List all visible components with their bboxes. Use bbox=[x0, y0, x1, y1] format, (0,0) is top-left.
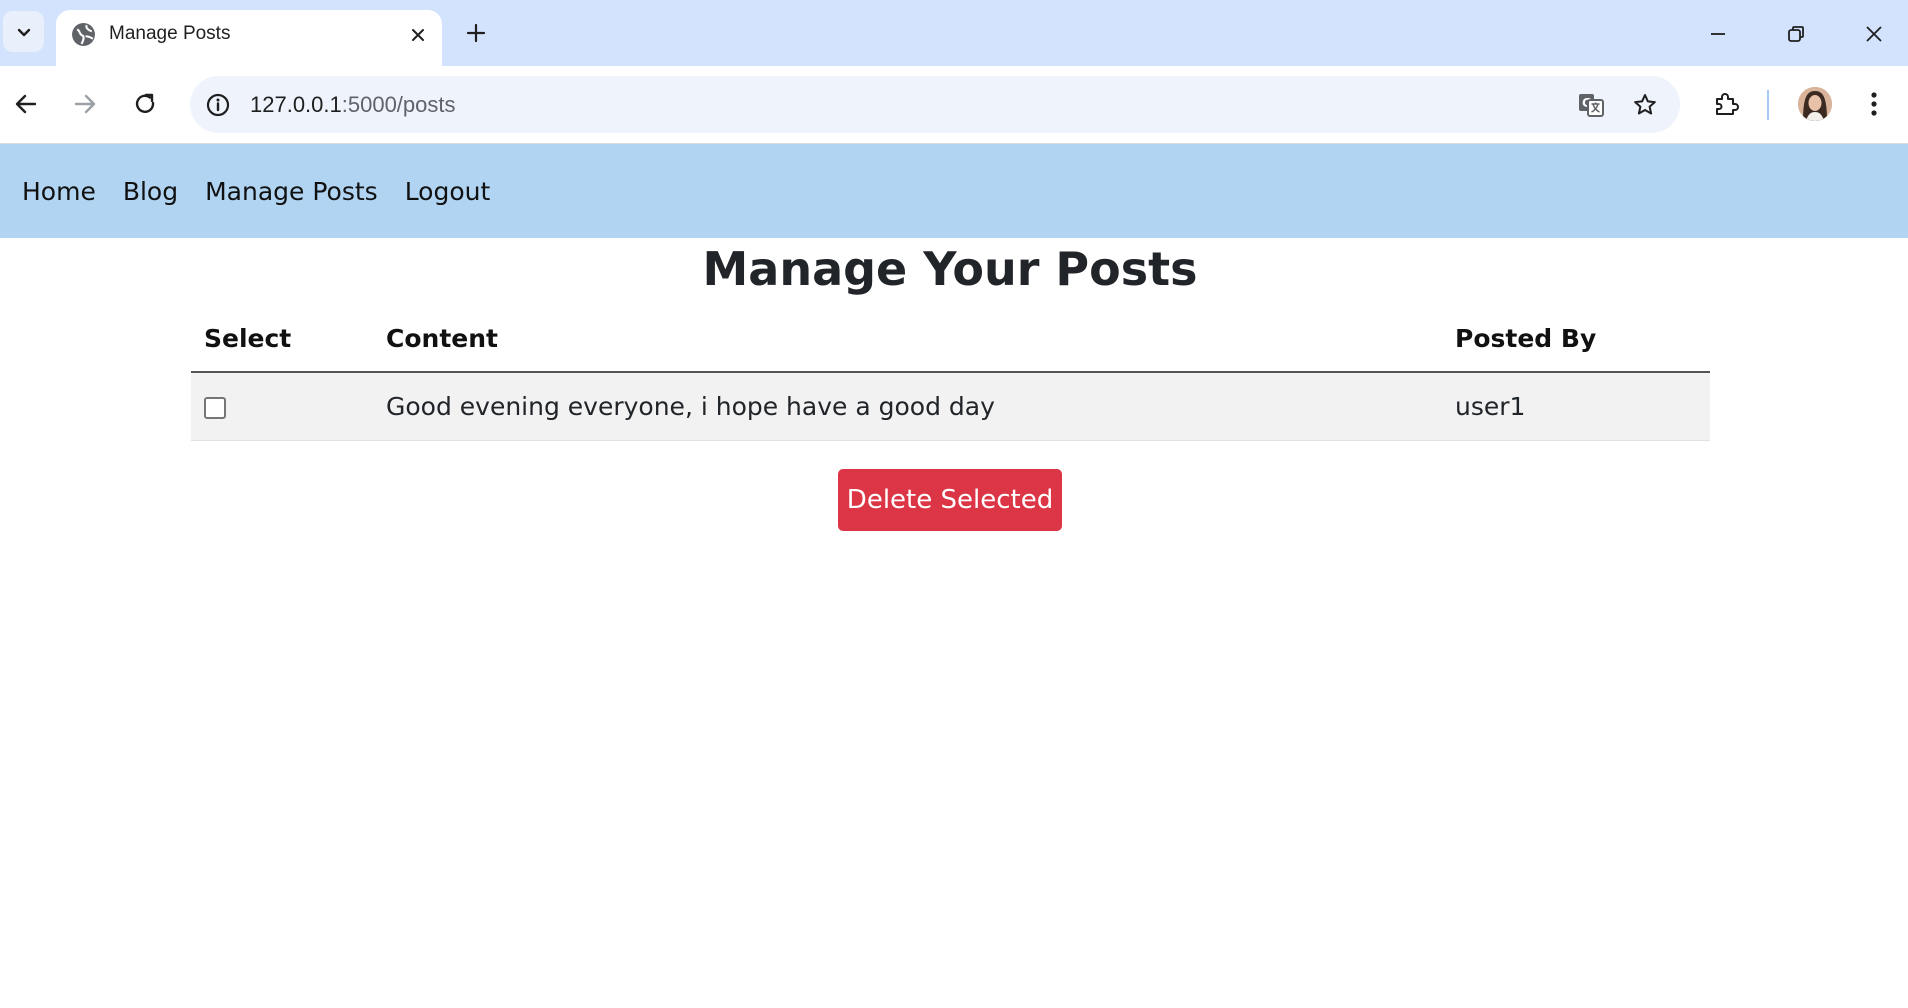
header-select: Select bbox=[191, 306, 373, 373]
reload-icon[interactable] bbox=[127, 86, 163, 122]
avatar[interactable] bbox=[1798, 87, 1832, 121]
table-row: Good evening everyone, i hope have a goo… bbox=[191, 372, 1710, 441]
forward-arrow-icon[interactable] bbox=[67, 86, 103, 122]
globe-icon bbox=[72, 23, 95, 46]
chevron-down-icon bbox=[17, 28, 30, 36]
url-host: 127.0.0.1 bbox=[250, 92, 342, 117]
post-select-checkbox[interactable] bbox=[204, 396, 226, 419]
url-path: :5000/posts bbox=[341, 92, 456, 117]
tab-title: Manage Posts bbox=[109, 23, 231, 44]
window-close-icon[interactable] bbox=[1856, 16, 1892, 52]
kebab-menu-icon[interactable] bbox=[1860, 88, 1888, 120]
restore-icon[interactable] bbox=[1778, 16, 1814, 52]
star-icon[interactable] bbox=[1630, 90, 1660, 120]
minimize-icon[interactable] bbox=[1700, 16, 1736, 52]
table-header-row: Select Content Posted By bbox=[191, 306, 1710, 373]
nav-link-logout[interactable]: Logout bbox=[405, 177, 491, 206]
close-icon[interactable] bbox=[406, 23, 430, 47]
extensions-icon[interactable] bbox=[1710, 88, 1742, 120]
header-content: Content bbox=[373, 306, 1442, 373]
site-info-icon[interactable] bbox=[204, 91, 232, 119]
back-arrow-icon[interactable] bbox=[8, 86, 44, 122]
browser-toolbar: 127.0.0.1:5000/posts G bbox=[0, 66, 1908, 144]
browser-tabstrip: Manage Posts bbox=[0, 0, 1908, 66]
posted-by-cell: user1 bbox=[1442, 372, 1710, 441]
header-posted-by: Posted By bbox=[1442, 306, 1710, 373]
url-text: 127.0.0.1:5000/posts bbox=[250, 92, 456, 118]
page-content: Home Blog Manage Posts Logout Manage You… bbox=[0, 144, 1908, 1008]
translate-icon[interactable]: G bbox=[1576, 90, 1606, 120]
nav-link-manage-posts[interactable]: Manage Posts bbox=[205, 177, 378, 206]
nav-link-home[interactable]: Home bbox=[22, 177, 96, 206]
content-cell: Good evening everyone, i hope have a goo… bbox=[373, 372, 1442, 441]
page-title: Manage Your Posts bbox=[702, 242, 1198, 296]
browser-tab-active[interactable]: Manage Posts bbox=[56, 10, 442, 66]
delete-selected-button[interactable]: Delete Selected bbox=[838, 469, 1062, 531]
tab-search-button[interactable] bbox=[3, 11, 44, 52]
plus-icon[interactable] bbox=[460, 17, 492, 49]
nav-link-blog[interactable]: Blog bbox=[123, 177, 178, 206]
posts-table: Select Content Posted By Good evening ev… bbox=[191, 306, 1710, 441]
toolbar-divider bbox=[1767, 90, 1769, 120]
address-bar[interactable]: 127.0.0.1:5000/posts G bbox=[190, 76, 1680, 133]
site-navbar: Home Blog Manage Posts Logout bbox=[0, 144, 1908, 238]
select-cell bbox=[191, 372, 373, 441]
